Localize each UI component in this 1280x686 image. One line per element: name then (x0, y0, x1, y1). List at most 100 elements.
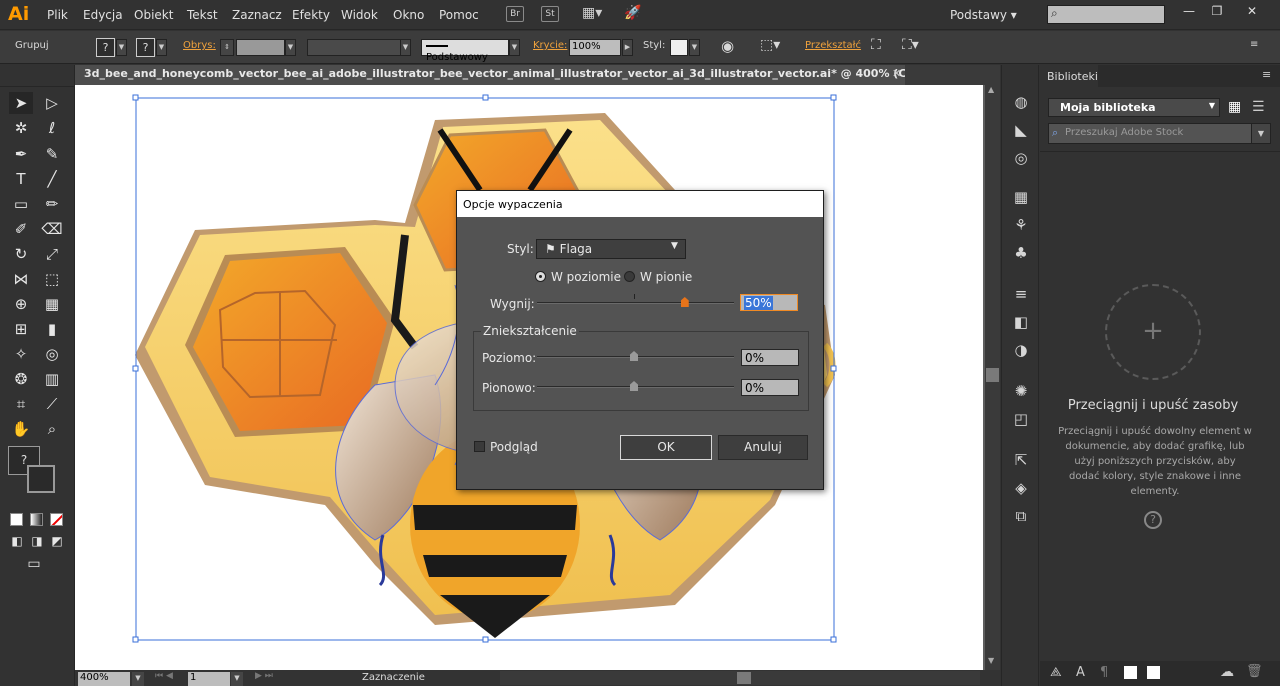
screen-mode-icon[interactable]: ▭ (22, 553, 46, 575)
fill-swatch[interactable]: ? (96, 38, 115, 57)
opacity-field[interactable]: 100% (569, 39, 621, 56)
preview-label[interactable]: Podgląd (490, 440, 538, 454)
arrange-documents-icon[interactable]: ▦▾ (582, 6, 602, 22)
vertical-radio-label[interactable]: W pionie (640, 270, 692, 284)
stroke-color-box[interactable] (27, 465, 55, 493)
align-icon[interactable]: ⬚▾ (760, 37, 780, 53)
recolor-artwork-icon[interactable]: ◉ (721, 37, 734, 55)
eraser-tool-icon[interactable]: ⌫ (40, 218, 64, 240)
bridge-icon[interactable]: Br (506, 6, 524, 22)
stock-search-input[interactable]: ⌕ Przeszukaj Adobe Stock (1048, 123, 1252, 144)
preview-checkbox[interactable] (474, 441, 485, 452)
warp-style-select[interactable]: ⚑ Flaga ▼ (536, 239, 686, 259)
curvature-tool-icon[interactable]: ✎ (40, 143, 64, 165)
stroke-swatch[interactable]: ? (136, 38, 155, 57)
shaper-tool-icon[interactable]: ✐ (9, 218, 33, 240)
drop-zone-circle[interactable]: + (1105, 284, 1201, 380)
gradient-panel-icon[interactable]: ◧ (1011, 312, 1031, 332)
none-mode-icon[interactable] (50, 513, 63, 526)
draw-inside-icon[interactable]: ◩ (45, 530, 69, 552)
close-tab-icon[interactable]: ✕ (892, 67, 901, 80)
lasso-tool-icon[interactable]: ℓ (40, 117, 64, 139)
swatches-icon[interactable]: ▦ (1011, 187, 1031, 207)
artboards-icon[interactable]: ⧉ (1011, 506, 1031, 526)
paintbrush-tool-icon[interactable]: ✏ (40, 193, 64, 215)
color-panel-icon[interactable]: ◍ (1011, 92, 1031, 112)
scroll-up-icon[interactable]: ▲ (988, 85, 994, 94)
horizontal-radio[interactable] (535, 271, 546, 282)
zoom-tool-icon[interactable]: ⌕ (40, 418, 64, 440)
search-dropdown[interactable]: ▼ (1251, 123, 1271, 144)
isolate-group-icon[interactable]: ⛶ (871, 37, 881, 53)
first-artboard-icon[interactable]: ⏮ ◀ (155, 671, 173, 681)
mesh-tool-icon[interactable]: ⊞ (9, 318, 33, 340)
menu-help[interactable]: Pomoc (439, 8, 479, 22)
stroke-dropdown[interactable]: ▼ (156, 39, 167, 56)
layers-icon[interactable]: ◈ (1011, 478, 1031, 498)
menu-object[interactable]: Obiekt (134, 8, 173, 22)
add-stroke-color-icon[interactable] (1147, 666, 1160, 679)
slice-tool-icon[interactable]: ⟋ (40, 393, 64, 415)
recolor-icon[interactable]: ◎ (1011, 148, 1031, 168)
line-tool-icon[interactable]: ╱ (40, 168, 64, 190)
close-button[interactable]: ✕ (1241, 4, 1263, 22)
bend-slider-thumb[interactable] (680, 297, 689, 307)
symbol-sprayer-tool-icon[interactable]: ❂ (9, 368, 33, 390)
menu-edit[interactable]: Edycja (83, 8, 123, 22)
vertical-radio[interactable] (624, 271, 635, 282)
workspace-switcher[interactable]: Podstawy ▾ (950, 8, 1017, 22)
graphic-style-dropdown[interactable]: ▼ (689, 39, 700, 56)
stroke-weight-stepper[interactable]: ⇕ (220, 39, 234, 56)
pen-tool-icon[interactable]: ✒ (9, 143, 33, 165)
add-fill-color-icon[interactable] (1124, 666, 1137, 679)
zoom-field[interactable]: 400% (78, 672, 130, 686)
scroll-down-icon[interactable]: ▼ (988, 656, 994, 665)
menu-file[interactable]: Plik (47, 8, 68, 22)
vertical-scrollbar[interactable]: ▲ ▼ (985, 85, 1000, 670)
menu-text[interactable]: Tekst (187, 8, 218, 22)
menu-select[interactable]: Zaznacz (232, 8, 282, 22)
variable-width-profile[interactable] (307, 39, 402, 56)
artboard-tool-icon[interactable]: ⌗ (9, 393, 33, 415)
magic-wand-tool-icon[interactable]: ✲ (9, 117, 33, 139)
add-character-style-icon[interactable]: A (1076, 665, 1085, 680)
libraries-tab[interactable]: Biblioteki (1040, 65, 1098, 87)
artboard-number-field[interactable]: 1 (188, 672, 230, 686)
zoom-dropdown[interactable]: ▼ (132, 672, 144, 686)
next-artboard-icon[interactable]: ▶ ⏭ (255, 671, 273, 681)
artboard-dropdown[interactable]: ▼ (231, 672, 243, 686)
export-icon[interactable]: ⇱ (1011, 450, 1031, 470)
vertical-scroll-thumb[interactable] (986, 368, 999, 382)
brush-dropdown[interactable]: ▼ (509, 39, 520, 56)
horizontal-distortion-field[interactable]: 0% (741, 349, 799, 366)
transparency-icon[interactable]: ◑ (1011, 340, 1031, 360)
blend-tool-icon[interactable]: ◎ (40, 343, 64, 365)
minimize-button[interactable]: — (1178, 4, 1200, 22)
brush-definition[interactable]: Podstawowy (421, 39, 509, 63)
eyedropper-tool-icon[interactable]: ✧ (9, 343, 33, 365)
bend-slider[interactable] (537, 302, 734, 304)
column-graph-tool-icon[interactable]: ▥ (40, 368, 64, 390)
hand-tool-icon[interactable]: ✋ (9, 418, 33, 440)
add-paragraph-style-icon[interactable]: ¶ (1100, 665, 1108, 680)
perspective-grid-tool-icon[interactable]: ▦ (40, 293, 64, 315)
status-mode[interactable]: Zaznaczenie (362, 672, 425, 683)
shape-builder-tool-icon[interactable]: ⊕ (9, 293, 33, 315)
library-selector[interactable]: Moja biblioteka ▼ (1048, 98, 1220, 117)
color-mode-icon[interactable] (10, 513, 23, 526)
gradient-tool-icon[interactable]: ▮ (40, 318, 64, 340)
ok-button[interactable]: OK (620, 435, 712, 460)
gpu-performance-icon[interactable]: 🚀 (624, 6, 642, 22)
appearance-icon[interactable]: ✺ (1011, 381, 1031, 401)
menu-effects[interactable]: Efekty (292, 8, 330, 22)
profile-dropdown[interactable]: ▼ (400, 39, 411, 56)
grid-view-icon[interactable]: ▦ (1228, 99, 1244, 115)
brushes-icon[interactable]: ⚘ (1011, 215, 1031, 235)
direct-selection-tool-icon[interactable]: ▷ (40, 92, 64, 114)
maximize-button[interactable]: ❐ (1206, 4, 1228, 22)
stroke-weight-dropdown[interactable]: ▼ (285, 39, 296, 56)
menu-view[interactable]: Widok (341, 8, 378, 22)
control-menu-icon[interactable]: ≡ (1250, 39, 1258, 50)
document-tab[interactable]: 3d_bee_and_honeycomb_vector_bee_ai_adobe… (75, 65, 905, 85)
selection-tool-icon[interactable]: ➤ (9, 92, 33, 114)
